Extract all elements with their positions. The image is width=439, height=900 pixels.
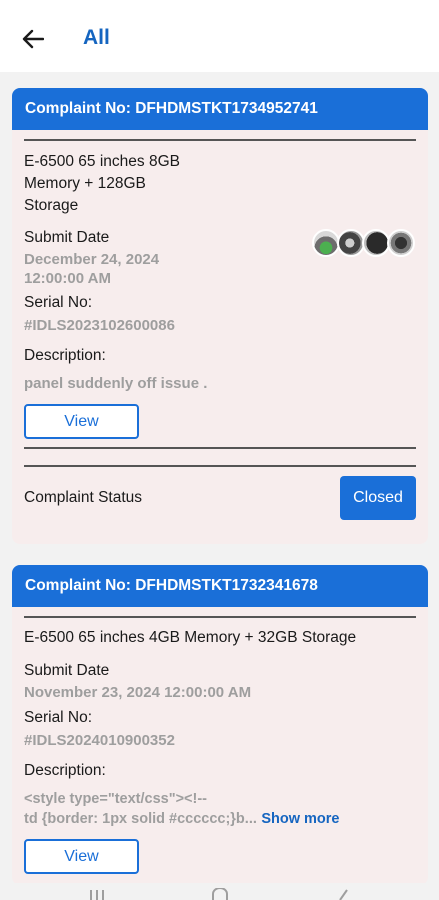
complaint-status-label: Complaint Status (24, 489, 143, 506)
serial-value: #IDLS2023102600086 (24, 317, 175, 334)
page-title: All (83, 26, 110, 49)
divider (24, 447, 416, 449)
description-label: Description: (24, 347, 106, 364)
description-value: panel suddenly off issue . (24, 375, 208, 392)
submit-date-label: Submit Date (24, 662, 110, 679)
divider (24, 616, 416, 618)
complaint-number: Complaint No: DFHDMSTKT1734952741 (12, 88, 428, 130)
thumbnail-image[interactable] (337, 229, 365, 257)
product-name-line: Memory + 128GB (24, 175, 146, 192)
show-more-link[interactable]: Show more (261, 811, 339, 827)
back-nav-icon[interactable] (334, 888, 350, 900)
view-button[interactable]: View (24, 404, 139, 439)
description-value: td {border: 1px solid #cccccc;}b... (24, 811, 257, 827)
serial-label: Serial No: (24, 294, 93, 311)
back-button[interactable] (18, 24, 48, 54)
divider (24, 465, 416, 467)
complaint-card: Complaint No: DFHDMSTKT1732341678 E-6500… (12, 565, 428, 885)
serial-label: Serial No: (24, 709, 93, 726)
description-label: Description: (24, 762, 106, 779)
submit-date-value: November 23, 2024 12:00:00 AM (24, 684, 252, 701)
submit-date-value: December 24, 2024 (24, 251, 160, 268)
status-badge[interactable]: Closed (340, 476, 416, 520)
product-name-line: E-6500 65 inches 8GB (24, 153, 180, 170)
product-thumbnails[interactable] (312, 229, 416, 257)
complaint-card: Complaint No: DFHDMSTKT1734952741 E-6500… (12, 88, 428, 544)
home-icon[interactable] (210, 888, 230, 900)
thumbnail-image[interactable] (362, 229, 390, 257)
system-nav-bar (0, 883, 439, 900)
divider (24, 139, 416, 141)
submit-time-value: 12:00:00 AM (24, 270, 111, 287)
arrow-left-icon (22, 29, 44, 49)
product-name: E-6500 65 inches 4GB Memory + 32GB Stora… (24, 629, 357, 646)
thumbnail-image[interactable] (387, 229, 415, 257)
recent-apps-icon[interactable] (88, 888, 106, 900)
description-value-line: td {border: 1px solid #cccccc;}b... Show… (24, 809, 340, 829)
view-button[interactable]: View (24, 839, 139, 874)
serial-value: #IDLS2024010900352 (24, 732, 175, 749)
app-bar: All (0, 0, 439, 72)
product-name-line: Storage (24, 197, 79, 214)
complaint-number: Complaint No: DFHDMSTKT1732341678 (12, 565, 428, 607)
submit-date-label: Submit Date (24, 229, 110, 246)
thumbnail-image[interactable] (312, 229, 340, 257)
description-value: <style type="text/css"><!-- (24, 791, 208, 807)
